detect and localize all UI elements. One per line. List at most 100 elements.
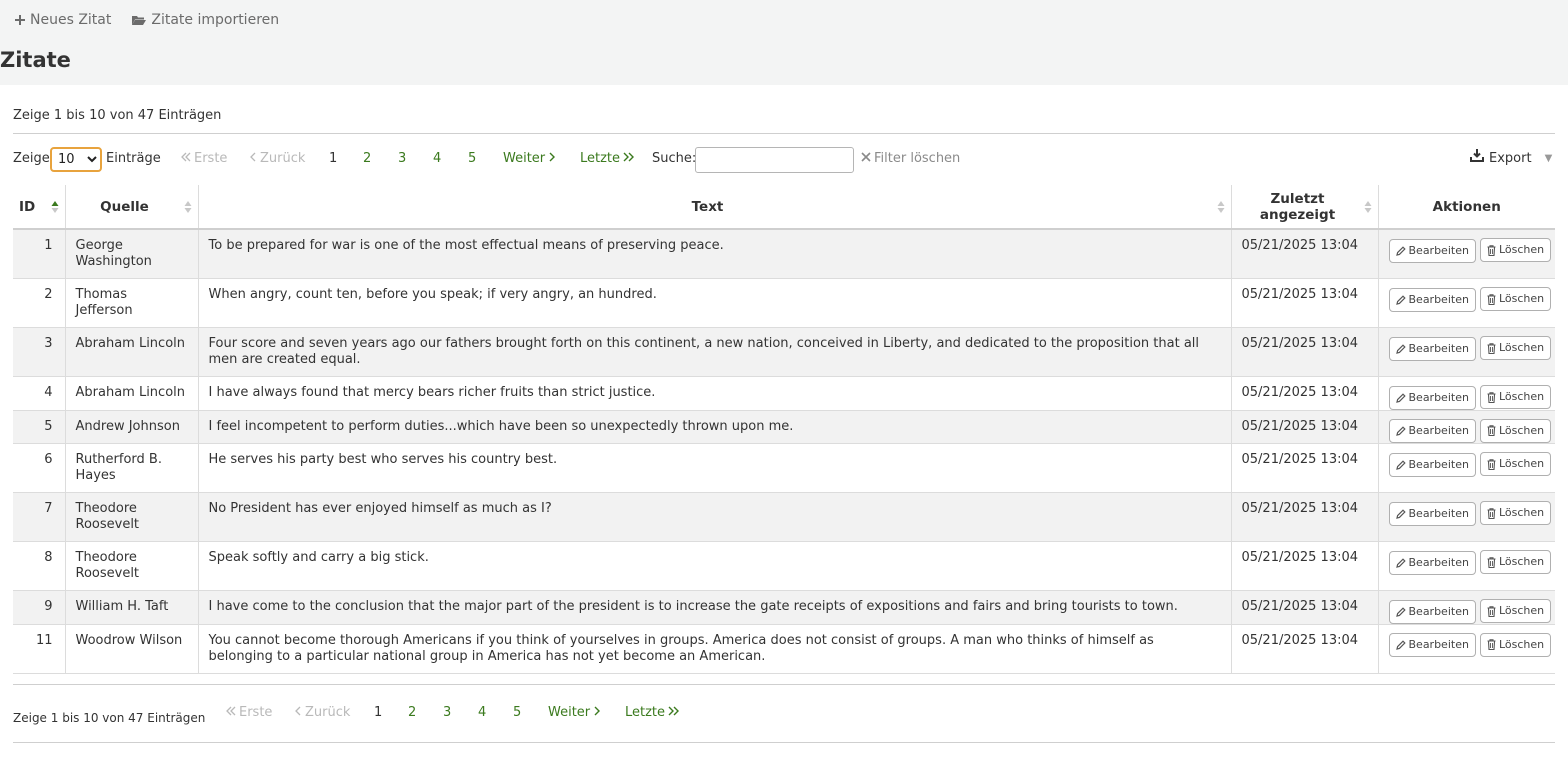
- edit-button-label: Bearbeiten: [1408, 292, 1469, 306]
- edit-button-label: Bearbeiten: [1408, 555, 1469, 569]
- cell-last-seen: 05/21/2025 13:04: [1230, 443, 1378, 493]
- edit-button[interactable]: Bearbeiten: [1388, 633, 1476, 657]
- cell-id: 9: [13, 590, 65, 625]
- import-quotes-button[interactable]: Zitate importieren: [131, 10, 279, 30]
- edit-button[interactable]: Bearbeiten: [1388, 287, 1476, 312]
- cell-id: 6: [13, 443, 65, 493]
- delete-button[interactable]: Löschen: [1479, 501, 1552, 525]
- pagination-bottom-page-5[interactable]: 5: [513, 700, 521, 726]
- edit-button-label: Bearbeiten: [1408, 243, 1469, 257]
- edit-button[interactable]: Bearbeiten: [1388, 599, 1476, 624]
- table-row: 1 George Washington To be prepared for war…: [13, 229, 1555, 279]
- delete-button[interactable]: Löschen: [1479, 385, 1552, 409]
- double-chevron-left-icon: [226, 700, 236, 726]
- export-button[interactable]: Export ▼: [1470, 146, 1552, 172]
- search-input[interactable]: [695, 147, 854, 173]
- pagination-page-1[interactable]: 1: [329, 146, 337, 172]
- delete-button[interactable]: Löschen: [1479, 238, 1552, 262]
- delete-button[interactable]: Löschen: [1479, 550, 1552, 574]
- cell-text: No President has ever enjoyed himself as…: [197, 492, 1231, 542]
- edit-button[interactable]: Bearbeiten: [1388, 452, 1476, 477]
- page-title: Zitate: [0, 48, 71, 72]
- column-header-actions: Aktionen: [1377, 185, 1555, 230]
- delete-button-label: Löschen: [1498, 341, 1545, 354]
- cell-text: When angry, count ten, before you speak;…: [197, 278, 1231, 328]
- column-header-text[interactable]: Text: [197, 185, 1231, 230]
- delete-button[interactable]: Löschen: [1479, 418, 1552, 443]
- pagination-next[interactable]: Weiter: [503, 146, 556, 172]
- delete-button-label: Löschen: [1498, 506, 1545, 519]
- cell-last-seen: 05/21/2025 13:04: [1230, 278, 1378, 328]
- sort-icon: [184, 200, 191, 213]
- trash-icon: [1487, 425, 1496, 436]
- pagination-page-4[interactable]: 4: [433, 146, 441, 172]
- cell-actions: Bearbeiten Löschen: [1377, 590, 1555, 625]
- pagination-page-3[interactable]: 3: [398, 146, 406, 172]
- pagination-last-bottom[interactable]: Letzte: [625, 700, 680, 726]
- edit-button[interactable]: Bearbeiten: [1388, 550, 1476, 575]
- cell-id: 2: [13, 278, 65, 328]
- table-header-row: ID Quelle Text Zuletzt angezeigt Aktione…: [13, 185, 1555, 230]
- delete-button[interactable]: Löschen: [1479, 452, 1552, 476]
- new-quote-button[interactable]: Neues Zitat: [14, 10, 111, 30]
- cell-source: Abraham Lincoln: [64, 376, 198, 411]
- pencil-icon: [1395, 459, 1406, 470]
- cell-last-seen: 05/21/2025 13:04: [1230, 541, 1378, 591]
- pagination-previous[interactable]: Zurück: [250, 146, 305, 172]
- edit-button[interactable]: Bearbeiten: [1388, 385, 1476, 410]
- pagination-bottom-page-4[interactable]: 4: [478, 700, 486, 726]
- pagination-next-bottom[interactable]: Weiter: [548, 700, 601, 726]
- cell-source: William H. Taft: [64, 590, 198, 625]
- delete-button[interactable]: Löschen: [1479, 336, 1552, 360]
- edit-button[interactable]: Bearbeiten: [1388, 501, 1476, 526]
- trash-icon: [1487, 244, 1496, 256]
- pagination-first-bottom[interactable]: Erste: [226, 700, 272, 726]
- pagination-bottom-page-2[interactable]: 2: [408, 700, 416, 726]
- pencil-icon: [1395, 245, 1406, 256]
- column-header-id[interactable]: ID: [13, 185, 65, 230]
- pagination-first[interactable]: Erste: [181, 146, 227, 172]
- delete-button-label: Löschen: [1498, 423, 1545, 437]
- page-length-select[interactable]: 102050100Alle: [50, 147, 102, 172]
- column-header-last-seen-line1: Zuletzt: [1270, 190, 1325, 207]
- cell-actions: Bearbeiten Löschen: [1377, 229, 1555, 279]
- edit-button[interactable]: Bearbeiten: [1388, 336, 1476, 361]
- pagination-previous-bottom[interactable]: Zurück: [295, 700, 350, 726]
- delete-button[interactable]: Löschen: [1479, 599, 1552, 623]
- pagination-bottom-page-1[interactable]: 1: [374, 700, 382, 726]
- clear-filter-button[interactable]: Filter löschen: [861, 146, 960, 172]
- delete-button[interactable]: Löschen: [1479, 632, 1552, 657]
- delete-button[interactable]: Löschen: [1479, 287, 1552, 311]
- pencil-icon: [1395, 606, 1406, 617]
- edit-button-label: Bearbeiten: [1408, 341, 1469, 355]
- table-row: 6 Rutherford B. Hayes He serves his party …: [13, 443, 1555, 493]
- new-quote-label: Neues Zitat: [30, 12, 112, 28]
- divider-bottom: [13, 742, 1555, 743]
- pagination-bottom-page-3[interactable]: 3: [443, 700, 451, 726]
- edit-button[interactable]: Bearbeiten: [1388, 238, 1476, 263]
- pagination-next-label: Weiter: [503, 151, 546, 166]
- cell-actions: Bearbeiten Löschen: [1377, 410, 1555, 444]
- column-header-source[interactable]: Quelle: [64, 185, 198, 230]
- table-row: 11 Woodrow Wilson You cannot become thorou…: [13, 624, 1555, 674]
- folder-open-icon: [131, 14, 147, 26]
- cell-source: Woodrow Wilson: [64, 624, 198, 674]
- column-header-last-seen[interactable]: Zuletzt angezeigt: [1230, 185, 1378, 230]
- quotes-panel: Zeige 1 bis 10 von 47 Einträgen Zeige 10…: [0, 85, 1568, 769]
- cell-actions: Bearbeiten Löschen: [1377, 492, 1555, 542]
- delete-button-label: Löschen: [1498, 604, 1545, 617]
- plus-icon: [14, 14, 26, 26]
- pagination-last-label: Letzte: [580, 151, 621, 166]
- trash-icon: [1487, 342, 1496, 354]
- pagination-last[interactable]: Letzte: [580, 146, 635, 172]
- edit-button[interactable]: Bearbeiten: [1388, 419, 1476, 443]
- close-icon: [861, 146, 871, 172]
- cell-text: I feel incompetent to perform duties...w…: [197, 410, 1231, 444]
- pagination-page-2[interactable]: 2: [363, 146, 371, 172]
- cell-source: Theodore Roosevelt: [64, 492, 198, 542]
- caret-down-icon: ▼: [1544, 153, 1553, 164]
- pagination-page-5[interactable]: 5: [468, 146, 476, 172]
- clear-filter-label: Filter löschen: [874, 151, 961, 166]
- cell-id: 11: [13, 624, 65, 674]
- cell-text: To be prepared for war is one of the mos…: [197, 229, 1231, 279]
